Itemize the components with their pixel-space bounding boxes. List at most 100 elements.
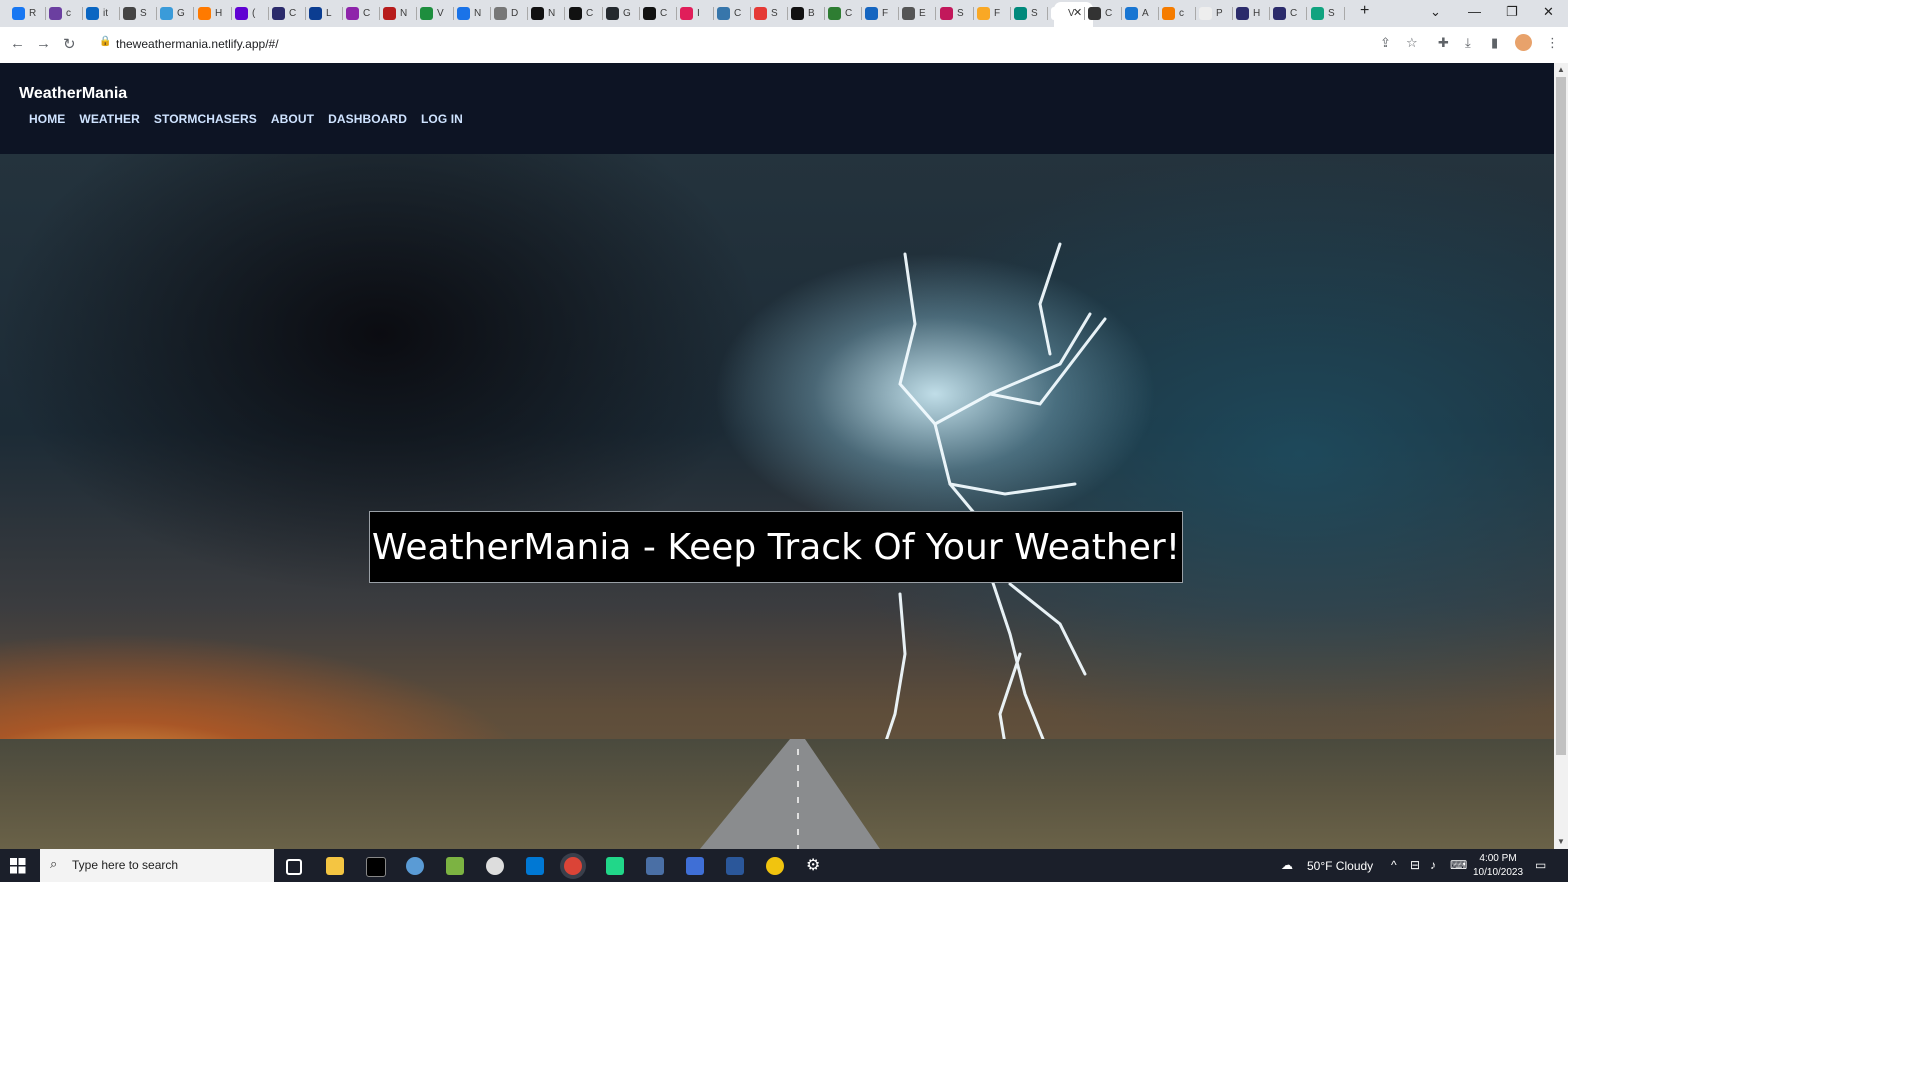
- browser-tab[interactable]: G: [606, 4, 631, 23]
- browser-tab[interactable]: (: [235, 4, 255, 23]
- site-brand[interactable]: WeatherMania: [19, 85, 127, 103]
- scroll-down-icon[interactable]: ▼: [1557, 837, 1565, 846]
- tab-label: P: [1216, 8, 1223, 19]
- browser-tab[interactable]: S: [123, 4, 147, 23]
- scroll-thumb[interactable]: [1556, 77, 1566, 755]
- word-icon[interactable]: [726, 857, 744, 875]
- app-icon-2[interactable]: [446, 857, 464, 875]
- browser-tab[interactable]: S: [754, 4, 778, 23]
- nav-dashboard[interactable]: DASHBOARD: [328, 112, 407, 126]
- tab-separator: [156, 7, 157, 20]
- network-icon[interactable]: ⊟: [1410, 858, 1420, 872]
- tab-label: c: [1179, 8, 1184, 19]
- browser-tab[interactable]: F: [977, 4, 1000, 23]
- back-icon[interactable]: ←: [10, 35, 25, 52]
- browser-tab[interactable]: c: [1162, 4, 1184, 23]
- tab-separator: [1084, 7, 1085, 20]
- terminal-icon[interactable]: [366, 857, 386, 877]
- browser-tab[interactable]: P: [1199, 4, 1223, 23]
- tab-label: G: [623, 8, 631, 19]
- lock-icon[interactable]: 🔒: [99, 36, 111, 47]
- pycharm-icon[interactable]: [606, 857, 624, 875]
- calculator-icon[interactable]: [646, 857, 664, 875]
- tab-search-icon[interactable]: ⌄: [1430, 4, 1441, 20]
- browser-tab[interactable]: C: [1273, 4, 1297, 23]
- browser-tab[interactable]: N: [457, 4, 481, 23]
- tray-overflow-icon[interactable]: ^: [1391, 858, 1397, 872]
- nav-login[interactable]: LOG IN: [421, 112, 463, 126]
- browser-tab[interactable]: N: [383, 4, 407, 23]
- tab-label: E: [919, 8, 926, 19]
- chrome-canary-icon[interactable]: [766, 857, 784, 875]
- volume-icon[interactable]: ♪: [1430, 858, 1436, 872]
- nav-weather[interactable]: WEATHER: [79, 112, 139, 126]
- download-icon[interactable]: ⤓: [1465, 35, 1471, 51]
- taskbar-search[interactable]: ⌕ Type here to search: [40, 849, 274, 882]
- browser-tab[interactable]: it: [86, 4, 108, 23]
- minimize-icon[interactable]: —: [1468, 4, 1481, 19]
- new-tab-button[interactable]: +: [1360, 2, 1369, 20]
- url-text[interactable]: theweathermania.netlify.app/#/: [116, 37, 279, 51]
- browser-tab[interactable]: C: [717, 4, 741, 23]
- browser-tab[interactable]: C: [272, 4, 296, 23]
- browser-tab[interactable]: B: [791, 4, 815, 23]
- browser-tab[interactable]: H: [198, 4, 222, 23]
- share-icon[interactable]: ⇪: [1380, 35, 1391, 51]
- browser-tab[interactable]: S: [1311, 4, 1335, 23]
- bookmark-star-icon[interactable]: ☆: [1406, 35, 1418, 51]
- browser-tab[interactable]: G: [160, 4, 185, 23]
- tab-favicon-icon: [160, 7, 173, 20]
- search-placeholder[interactable]: Type here to search: [72, 858, 178, 872]
- tab-separator: [1047, 7, 1048, 20]
- profile-avatar[interactable]: [1515, 34, 1532, 51]
- browser-tab[interactable]: C: [346, 4, 370, 23]
- system-clock[interactable]: 4:00 PM 10/10/2023: [1473, 852, 1523, 880]
- tab-favicon-icon: [198, 7, 211, 20]
- weather-widget[interactable]: 50°F Cloudy: [1307, 859, 1373, 873]
- keyboard-icon[interactable]: ⌨: [1450, 858, 1467, 872]
- close-window-icon[interactable]: ✕: [1543, 4, 1554, 20]
- browser-tab[interactable]: L: [309, 4, 332, 23]
- browser-tab[interactable]: c: [49, 4, 71, 23]
- task-view-icon[interactable]: [286, 859, 302, 875]
- browser-tab[interactable]: V: [1051, 4, 1075, 23]
- browser-tab[interactable]: C: [828, 4, 852, 23]
- browser-tab[interactable]: N: [531, 4, 555, 23]
- nav-stormchasers[interactable]: STORMCHASERS: [154, 112, 257, 126]
- browser-tab[interactable]: A: [1125, 4, 1149, 23]
- browser-tab[interactable]: C: [1088, 4, 1112, 23]
- address-bar[interactable]: [88, 31, 1428, 59]
- side-panel-icon[interactable]: ▮: [1491, 35, 1498, 51]
- page-scrollbar[interactable]: ▲ ▼: [1554, 63, 1568, 849]
- extensions-icon[interactable]: ✚: [1438, 35, 1449, 51]
- chrome-icon[interactable]: [564, 857, 582, 875]
- close-tab-icon[interactable]: ✕: [1073, 6, 1082, 19]
- browser-tab[interactable]: C: [643, 4, 667, 23]
- nav-about[interactable]: ABOUT: [271, 112, 314, 126]
- app-icon-1[interactable]: [406, 857, 424, 875]
- browser-tab[interactable]: F: [865, 4, 888, 23]
- scroll-up-icon[interactable]: ▲: [1557, 65, 1565, 74]
- app-icon-3[interactable]: [486, 857, 504, 875]
- reload-icon[interactable]: ↻: [63, 35, 76, 53]
- nav-home[interactable]: HOME: [29, 112, 65, 126]
- forward-icon[interactable]: →: [36, 35, 51, 52]
- browser-tab[interactable]: R: [12, 4, 36, 23]
- browser-tab[interactable]: H: [1236, 4, 1260, 23]
- app-icon-4[interactable]: [686, 857, 704, 875]
- weather-cloud-icon[interactable]: ☁: [1281, 858, 1293, 872]
- browser-tab[interactable]: S: [1014, 4, 1038, 23]
- restore-icon[interactable]: ❐: [1506, 4, 1518, 20]
- browser-tab[interactable]: V: [420, 4, 444, 23]
- browser-tab[interactable]: I: [680, 4, 700, 23]
- menu-icon[interactable]: ⋮: [1546, 35, 1559, 51]
- browser-tab[interactable]: D: [494, 4, 518, 23]
- settings-icon[interactable]: ⚙: [806, 855, 824, 874]
- vscode-icon[interactable]: [526, 857, 544, 875]
- file-explorer-icon[interactable]: [326, 857, 344, 875]
- browser-tab[interactable]: C: [569, 4, 593, 23]
- browser-tab[interactable]: E: [902, 4, 926, 23]
- notification-icon[interactable]: ▭: [1535, 858, 1546, 872]
- browser-tab[interactable]: S: [940, 4, 964, 23]
- windows-start-icon[interactable]: [10, 858, 26, 874]
